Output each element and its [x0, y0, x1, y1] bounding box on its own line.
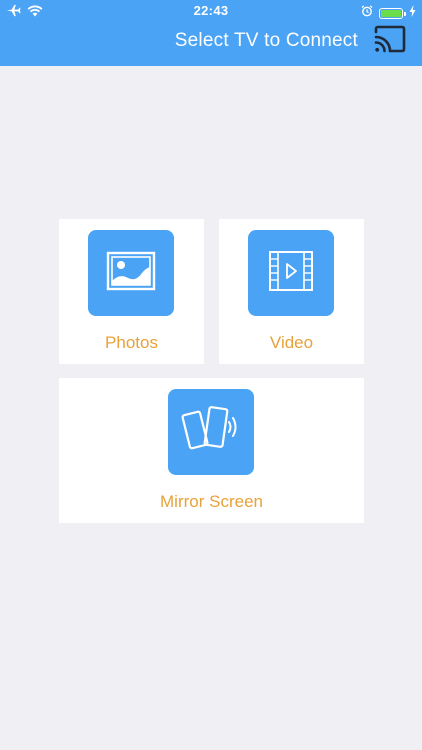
status-right-icons [361, 4, 416, 22]
cast-icon [373, 25, 407, 58]
page-title: Select TV to Connect [174, 30, 358, 51]
mirror-screen-card[interactable]: Mirror Screen [59, 378, 364, 523]
mirror-screen-tile [168, 389, 254, 475]
battery-icon [379, 7, 406, 19]
video-label: Video [269, 333, 314, 352]
app-header: 22:43 Select TV to Connect [0, 0, 422, 66]
mirror-screen-icon [180, 405, 242, 460]
status-time: 22:43 [193, 3, 229, 18]
video-tile [248, 230, 334, 316]
battery-level [381, 9, 401, 17]
video-icon [268, 250, 314, 297]
photos-label: Photos [105, 333, 158, 352]
video-card[interactable]: Video [219, 219, 364, 364]
photo-icon [106, 251, 156, 296]
photos-tile [88, 230, 174, 316]
photos-card[interactable]: Photos [59, 219, 204, 364]
mirror-screen-label: Mirror Screen [160, 492, 263, 511]
alarm-icon [361, 4, 373, 22]
nav-bar: Select TV to Connect [0, 22, 422, 66]
status-bar: 22:43 [0, 0, 422, 22]
charging-icon [409, 4, 416, 22]
cast-button[interactable] [372, 25, 408, 58]
